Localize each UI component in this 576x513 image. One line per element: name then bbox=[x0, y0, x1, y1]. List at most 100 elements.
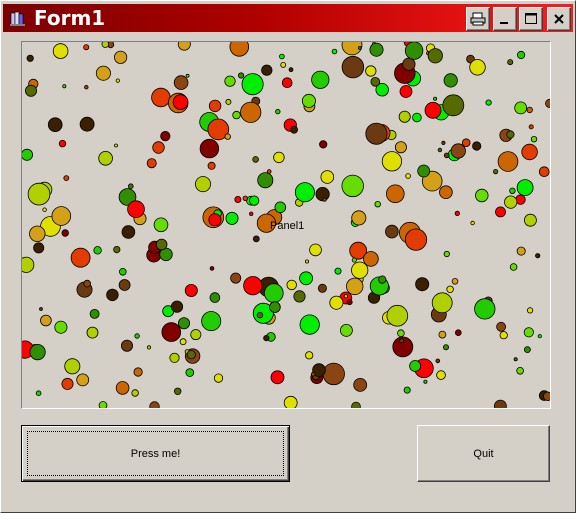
bubble bbox=[288, 67, 294, 73]
bubble bbox=[169, 352, 180, 363]
bubble bbox=[331, 48, 338, 55]
bubble bbox=[294, 182, 315, 203]
bubble bbox=[405, 173, 411, 179]
maximize-button[interactable] bbox=[519, 7, 543, 31]
bubble bbox=[351, 401, 361, 408]
bubble bbox=[151, 87, 171, 108]
bubble bbox=[301, 93, 316, 108]
printer-button[interactable] bbox=[466, 7, 490, 31]
bubble bbox=[118, 279, 131, 291]
bubble bbox=[146, 158, 157, 169]
bubble bbox=[443, 73, 458, 88]
bubble bbox=[238, 72, 245, 79]
bubble bbox=[454, 329, 462, 337]
bubble bbox=[54, 320, 68, 334]
bubble bbox=[177, 42, 191, 51]
bubble bbox=[374, 200, 381, 208]
bubble bbox=[424, 101, 442, 119]
bubble bbox=[70, 247, 91, 268]
bubble bbox=[535, 253, 541, 259]
bubble bbox=[185, 73, 190, 78]
bubble bbox=[442, 94, 465, 117]
bubble bbox=[172, 94, 189, 110]
bubble bbox=[234, 195, 242, 203]
bubble bbox=[230, 272, 242, 284]
bubble bbox=[121, 225, 136, 239]
bubble bbox=[526, 106, 533, 114]
bubble bbox=[523, 346, 531, 354]
minimize-button[interactable] bbox=[493, 7, 517, 31]
bubble bbox=[443, 152, 450, 159]
close-button[interactable] bbox=[547, 7, 571, 31]
bubble bbox=[115, 381, 130, 395]
bubble bbox=[42, 207, 47, 212]
bubble bbox=[177, 317, 190, 330]
bubble bbox=[47, 117, 63, 132]
bubble bbox=[35, 390, 42, 397]
bubble bbox=[397, 329, 405, 338]
bubble bbox=[207, 161, 216, 170]
bubble bbox=[248, 211, 254, 216]
bubble bbox=[152, 141, 165, 154]
bubble bbox=[514, 101, 528, 115]
bubble bbox=[281, 77, 293, 88]
bubble bbox=[315, 187, 330, 202]
bubble bbox=[431, 292, 453, 314]
bubble bbox=[322, 197, 327, 202]
title-bar[interactable]: Form1 bbox=[3, 4, 573, 32]
bubble bbox=[252, 235, 260, 243]
bubble bbox=[61, 229, 69, 237]
bubble bbox=[365, 65, 377, 77]
bubble bbox=[252, 156, 259, 163]
bubble bbox=[79, 116, 95, 132]
bubble bbox=[341, 55, 365, 79]
bubble bbox=[155, 238, 168, 251]
bubble bbox=[299, 314, 320, 335]
printer-icon bbox=[470, 12, 486, 26]
bubble bbox=[507, 59, 514, 66]
bubble bbox=[399, 85, 413, 98]
bubble bbox=[290, 125, 299, 134]
bubble bbox=[39, 307, 43, 311]
window-title: Form1 bbox=[34, 6, 106, 30]
bubble bbox=[399, 338, 405, 344]
bubble bbox=[386, 304, 409, 327]
bubble bbox=[442, 344, 449, 351]
bubble bbox=[438, 330, 447, 339]
bubble bbox=[385, 224, 399, 239]
bubble bbox=[516, 179, 534, 197]
bubble bbox=[208, 213, 222, 227]
app-icon bbox=[10, 11, 25, 26]
bubble bbox=[209, 292, 221, 303]
bubble bbox=[499, 331, 508, 340]
bubble bbox=[52, 43, 69, 59]
press-me-button[interactable]: Press me! bbox=[21, 425, 290, 482]
bubble bbox=[437, 147, 443, 153]
bubble bbox=[309, 243, 322, 257]
main-window: Form1 Panel1 Press me! Quit bbox=[0, 0, 576, 513]
bubble bbox=[319, 140, 328, 149]
bubble bbox=[76, 373, 90, 387]
quit-button[interactable]: Quit bbox=[417, 425, 550, 482]
bubble bbox=[543, 391, 550, 401]
quit-label: Quit bbox=[473, 447, 494, 460]
bubble bbox=[521, 143, 538, 161]
bubble bbox=[443, 250, 450, 258]
bubble bbox=[402, 57, 416, 71]
bubble bbox=[286, 279, 297, 291]
bubble bbox=[190, 329, 202, 341]
bubble bbox=[173, 75, 189, 90]
bubble bbox=[509, 263, 518, 271]
bubble bbox=[84, 85, 89, 90]
bubble bbox=[199, 138, 220, 159]
bubble bbox=[310, 371, 316, 377]
bubble bbox=[523, 213, 537, 227]
bubble bbox=[186, 350, 196, 360]
bubble bbox=[261, 64, 273, 76]
bubble bbox=[173, 387, 182, 395]
bubble bbox=[29, 225, 46, 243]
bubble bbox=[131, 389, 139, 397]
bubble-panel[interactable]: Panel1 bbox=[21, 41, 551, 409]
bubble bbox=[243, 276, 263, 296]
bubble bbox=[538, 166, 550, 177]
